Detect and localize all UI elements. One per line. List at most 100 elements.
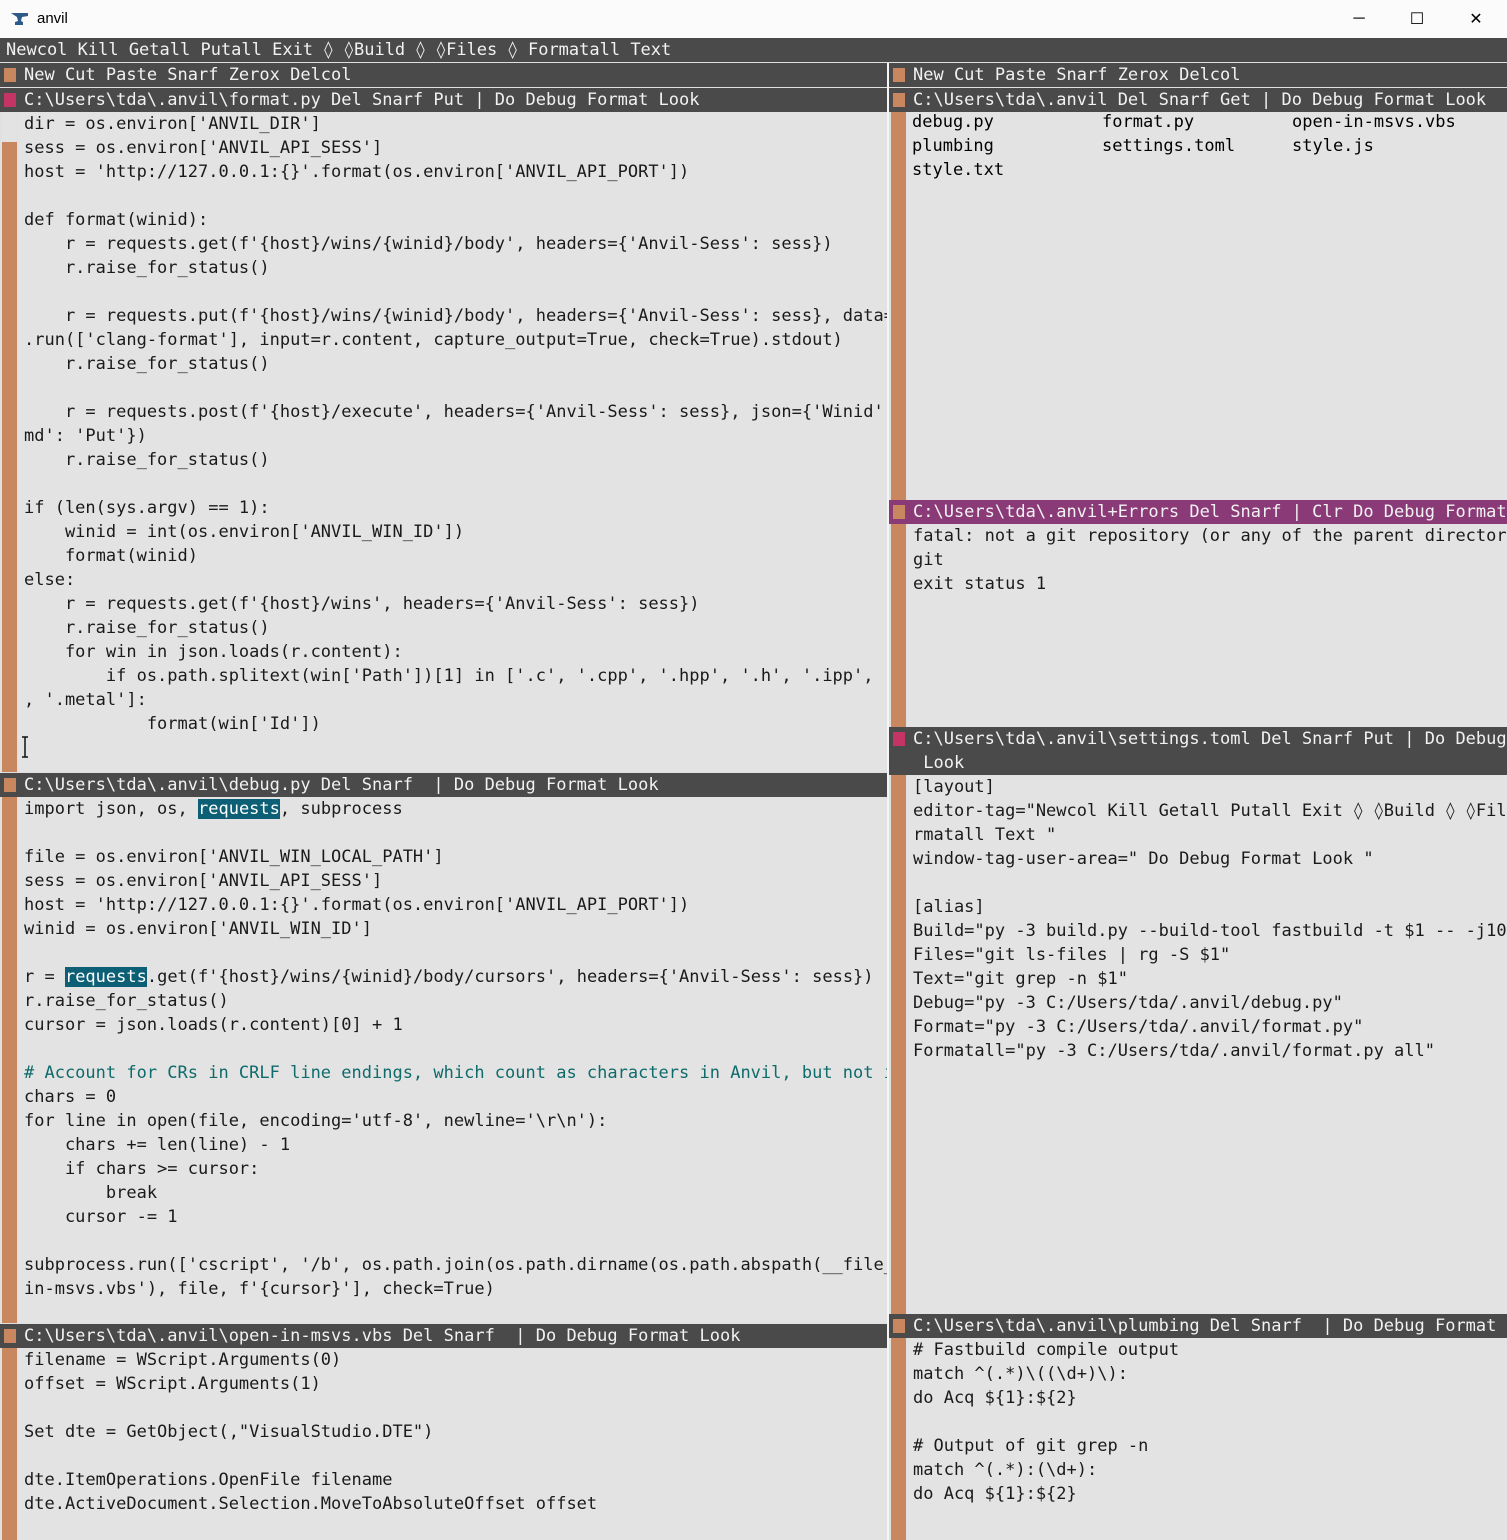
code-line: offset = WScript.Arguments(1) [24,1374,321,1394]
file-entry[interactable]: open-in-msvs.vbs [1292,112,1456,132]
window-tag-text[interactable]: C:\Users\tda\.anvil\settings.toml Del Sn… [913,727,1507,751]
code-line: do Acq ${1}:${2} [913,1388,1077,1408]
code-line: filename = WScript.Arguments(0) [24,1350,342,1370]
file-entry[interactable]: debug.py [912,112,994,132]
body-plumbing[interactable]: # Fastbuild compile output match ^(.*)\(… [907,1338,1507,1540]
error-text[interactable]: fatal: not a git repository (or any of t… [913,524,1507,596]
window-tag-open-in-msvs[interactable]: C:\Users\tda\.anvil\open-in-msvs.vbs Del… [0,1324,887,1348]
code-line: import json, os, [24,799,198,819]
code-text[interactable]: filename = WScript.Arguments(0) offset =… [24,1348,597,1516]
window-layout-box[interactable] [893,1319,905,1333]
code-line: .run(['clang-format'], input=r.content, … [24,330,843,350]
code-line: r = requests.put(f'{host}/wins/{winid}/b… [64,306,887,326]
body-open-in-msvs[interactable]: filename = WScript.Arguments(0) offset =… [18,1348,887,1540]
window-titlebar: anvil ─ ☐ ✕ [0,0,1507,38]
column-layout-box[interactable] [893,68,905,82]
window-tag-text[interactable]: C:\Users\tda\.anvil+Errors Del Snarf | C… [913,500,1507,524]
code-line: window-tag-user-area=" Do Debug Format L… [913,849,1374,869]
window-layout-box[interactable] [4,93,16,107]
selection-highlight[interactable]: requests [198,799,280,819]
window-tag-debug-py[interactable]: C:\Users\tda\.anvil\debug.py Del Snarf |… [0,773,887,797]
file-entry[interactable]: settings.toml [1102,136,1235,156]
scrollbar-dir[interactable] [891,112,906,500]
scrollbar-thumb[interactable] [2,112,17,142]
column-tag-right[interactable]: New Cut Paste Snarf Zerox Delcol [889,63,1507,87]
code-line: r = requests.get(f'{host}/wins', headers… [64,594,700,614]
code-line: host = 'http://127.0.0.1:{}'.format(os.e… [24,162,690,182]
code-line: Text="git grep -n $1" [913,969,1128,989]
window-tag-text[interactable]: C:\Users\tda\.anvil\format.py Del Snarf … [24,88,700,112]
maximize-button[interactable]: ☐ [1388,0,1446,38]
text-cursor-icon [22,736,28,758]
code-line: if os.path.splitext(win['Path'])[1] in [… [105,666,887,686]
window-tag-plumbing[interactable]: C:\Users\tda\.anvil\plumbing Del Snarf |… [889,1314,1507,1338]
editor-tag[interactable]: Newcol Kill Getall Putall Exit ◊ ◊Build … [0,38,1507,62]
window-tag-dir[interactable]: C:\Users\tda\.anvil Del Snarf Get | Do D… [889,88,1507,112]
code-line: r = requests.post(f'{host}/execute', hea… [64,402,887,422]
code-line: format(winid) [64,546,198,566]
code-text[interactable]: import json, os, requests, subprocess fi… [24,797,887,1301]
scrollbar-open-in-msvs[interactable] [2,1348,17,1540]
code-text[interactable]: # Fastbuild compile output match ^(.*)\(… [913,1338,1179,1506]
window-layout-box[interactable] [4,1329,16,1343]
window-layout-box[interactable] [893,732,905,746]
scrollbar-format-py[interactable] [2,112,17,772]
code-line: chars += len(line) - 1 [64,1135,291,1155]
column-tag-left[interactable]: New Cut Paste Snarf Zerox Delcol [0,63,887,87]
window-tag-errors[interactable]: C:\Users\tda\.anvil+Errors Del Snarf | C… [889,500,1507,524]
code-line: if chars >= cursor: [64,1159,260,1179]
editor-tag-text[interactable]: Newcol Kill Getall Putall Exit ◊ ◊Build … [6,38,671,62]
selection-highlight[interactable]: requests [64,967,147,987]
code-text[interactable]: dir = os.environ['ANVIL_DIR'] sess = os.… [24,112,887,736]
scrollbar-errors[interactable] [891,524,906,727]
window-tag-text-wrap[interactable]: Look [913,751,964,775]
code-line: Set dte = GetObject(,"VisualStudio.DTE") [24,1422,434,1442]
code-line: exit status 1 [913,574,1047,594]
code-line: [alias] [913,897,985,917]
body-errors[interactable]: fatal: not a git repository (or any of t… [907,524,1507,727]
code-line: format(win['Id']) [24,714,321,734]
scrollbar-plumbing[interactable] [891,1338,906,1540]
window-layout-box[interactable] [893,93,905,107]
file-entry[interactable]: style.js [1292,136,1374,156]
body-debug-py[interactable]: import json, os, requests, subprocess fi… [18,797,887,1323]
code-line: winid = int(os.environ['ANVIL_WIN_ID']) [64,522,465,542]
code-line: r = [24,967,65,987]
window-tag-text[interactable]: C:\Users\tda\.anvil\open-in-msvs.vbs Del… [24,1324,740,1348]
code-line: dte.ActiveDocument.Selection.MoveToAbsol… [24,1494,598,1514]
code-comment: # Account for CRs in CRLF line endings, … [24,1063,887,1083]
column-tag-text[interactable]: New Cut Paste Snarf Zerox Delcol [24,63,352,87]
code-line: dte.ItemOperations.OpenFile filename [24,1470,393,1490]
window-tag-text[interactable]: C:\Users\tda\.anvil\debug.py Del Snarf |… [24,773,659,797]
code-line: def format(winid): [24,210,209,230]
scrollbar-debug-py[interactable] [2,797,17,1323]
code-line: subprocess.run(['cscript', '/b', os.path… [24,1255,887,1275]
window-layout-box[interactable] [4,778,16,792]
code-line: if (len(sys.argv) == 1): [24,498,270,518]
minimize-button[interactable]: ─ [1330,0,1388,38]
file-entry[interactable]: format.py [1102,112,1194,132]
column-tag-text[interactable]: New Cut Paste Snarf Zerox Delcol [913,63,1241,87]
code-line: r.raise_for_status() [64,354,270,374]
code-line: fatal: not a git repository (or any of t… [913,526,1507,546]
code-line: sess = os.environ['ANVIL_API_SESS'] [24,138,383,158]
code-line: r.raise_for_status() [64,450,270,470]
code-text[interactable]: [layout] editor-tag="Newcol Kill Getall … [913,775,1507,1063]
window-tag-format-py[interactable]: C:\Users\tda\.anvil\format.py Del Snarf … [0,88,887,112]
code-line: match ^(.*)\((\d+)\): [913,1364,1128,1384]
close-button[interactable]: ✕ [1447,0,1505,38]
window-layout-box[interactable] [893,505,905,519]
file-entry[interactable]: plumbing [912,136,994,156]
window-tag-text[interactable]: C:\Users\tda\.anvil Del Snarf Get | Do D… [913,88,1486,112]
column-layout-box[interactable] [4,68,16,82]
window-tag-text[interactable]: C:\Users\tda\.anvil\plumbing Del Snarf |… [913,1314,1507,1338]
code-line: cursor = json.loads(r.content)[0] + 1 [24,1015,403,1035]
body-settings[interactable]: [layout] editor-tag="Newcol Kill Getall … [907,775,1507,1314]
file-entry[interactable]: style.txt [912,160,1004,180]
code-line: r.raise_for_status() [24,991,229,1011]
body-format-py[interactable]: dir = os.environ['ANVIL_DIR'] sess = os.… [18,112,887,772]
scrollbar-settings[interactable] [891,775,906,1314]
code-line: match ^(.*):(\d+): [913,1460,1098,1480]
code-line: break [105,1183,158,1203]
window-tag-settings[interactable]: C:\Users\tda\.anvil\settings.toml Del Sn… [889,727,1507,775]
